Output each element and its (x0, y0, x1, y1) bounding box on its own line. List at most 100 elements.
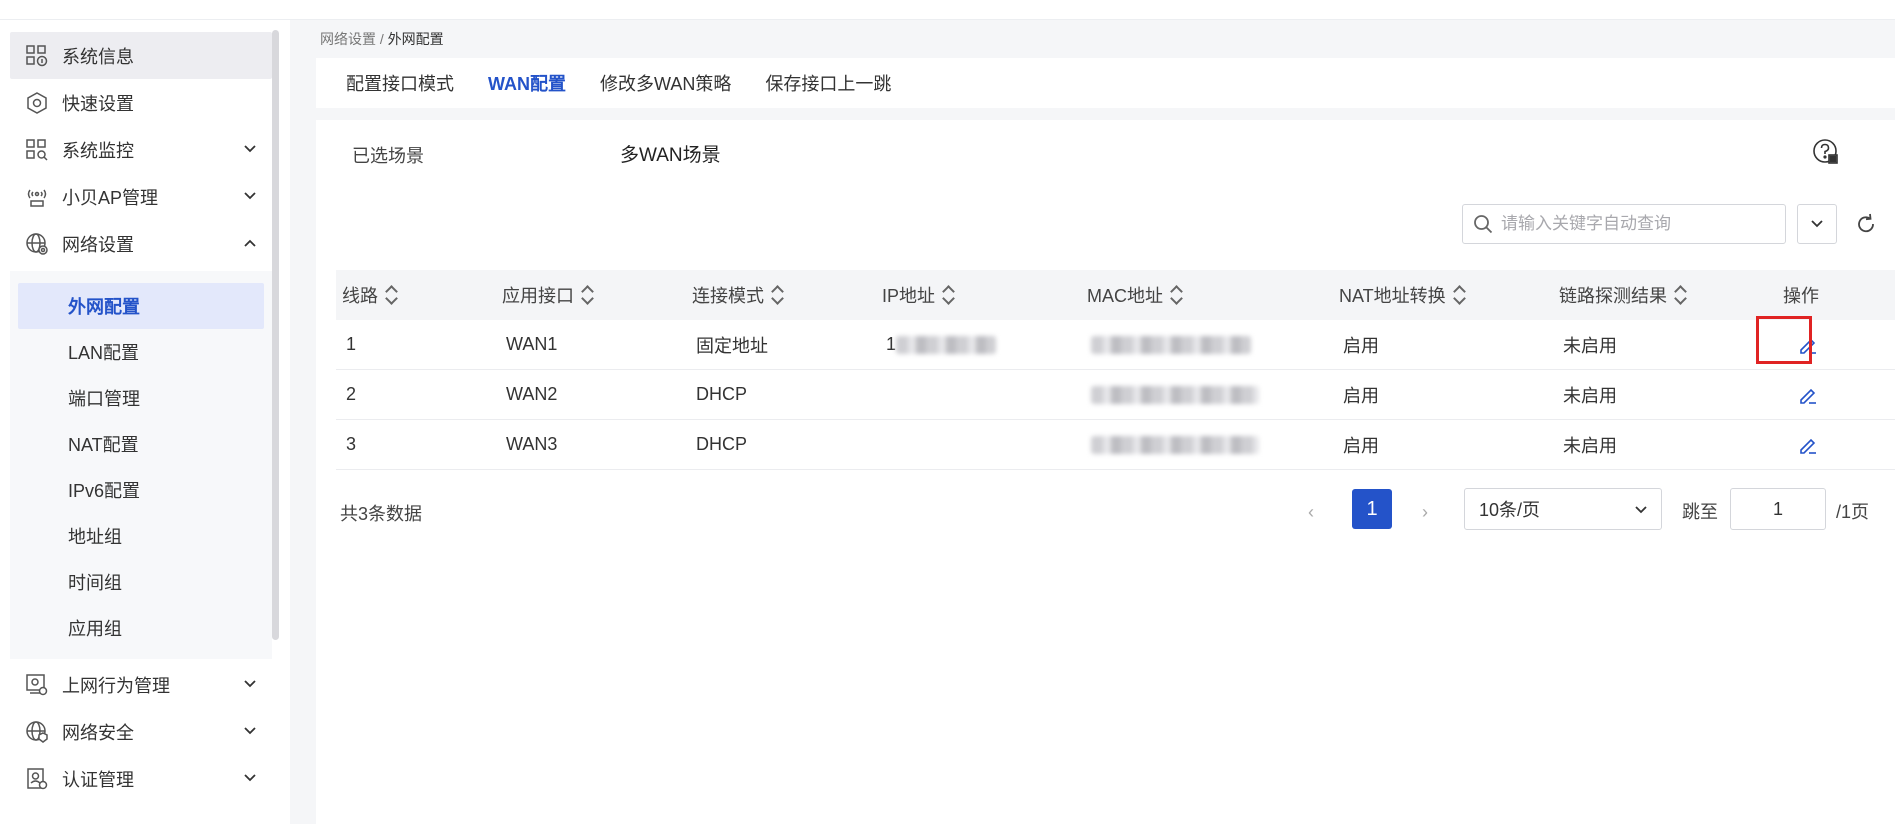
cell-interface: WAN3 (506, 434, 558, 454)
cell-probe: 未启用 (1563, 435, 1617, 456)
col-header-mac[interactable]: MAC地址 (1081, 282, 1333, 308)
next-page-button[interactable]: › (1422, 502, 1428, 523)
tab-interface-mode[interactable]: 配置接口模式 (346, 70, 454, 96)
breadcrumb-parent[interactable]: 网络设置 (320, 31, 376, 47)
cell-mode: DHCP (696, 384, 748, 404)
tab-save-next-hop[interactable]: 保存接口上一跳 (765, 70, 891, 96)
prev-page-button[interactable]: ‹ (1308, 502, 1314, 523)
page-size-select[interactable]: 10条/页 (1464, 488, 1662, 530)
redacted-mac (1091, 385, 1259, 404)
chevron-down-icon (244, 192, 256, 200)
breadcrumb: 网络设置 / 外网配置 (320, 29, 444, 49)
submenu-item-lan-config[interactable]: LAN配置 (18, 329, 264, 375)
submenu-item-port-management[interactable]: 端口管理 (18, 375, 264, 421)
search-box (1462, 204, 1786, 244)
cell-ip: 1 (876, 334, 1081, 355)
sidebar-item-network-settings[interactable]: 网络设置 (10, 220, 272, 267)
submenu-item-wan-config[interactable]: 外网配置 (18, 283, 264, 329)
table-header: 线路 应用接口 连接模式 IP地址 MAC地址 NAT地址转换 链路探测结果 操… (336, 270, 1895, 320)
sidebar-item-label: 网络安全 (62, 722, 134, 743)
sidebar-item-network-security[interactable]: 网络安全 (10, 708, 272, 755)
system-info-icon (24, 43, 50, 69)
redacted-ip (896, 335, 997, 354)
help-icon[interactable] (1812, 138, 1840, 166)
breadcrumb-separator: / (376, 31, 388, 47)
col-header-actions: 操作 (1783, 286, 1819, 306)
quick-settings-icon (24, 90, 50, 116)
highlight-box (1756, 316, 1812, 364)
sidebar-item-label: 快速设置 (62, 93, 134, 114)
col-header-nat[interactable]: NAT地址转换 (1333, 282, 1553, 308)
sidebar-item-quick-settings[interactable]: 快速设置 (10, 79, 272, 126)
cell-actions (1773, 434, 1895, 456)
sort-icon[interactable] (582, 286, 594, 304)
page-size-value: 10条/页 (1479, 500, 1541, 520)
col-header-interface[interactable]: 应用接口 (496, 282, 686, 308)
cell-mode: DHCP (696, 434, 748, 454)
col-header-probe[interactable]: 链路探测结果 (1553, 282, 1773, 308)
tab-wan-config[interactable]: WAN配置 (488, 70, 566, 96)
col-header-line[interactable]: 线路 (336, 282, 496, 308)
goto-suffix: /1页 (1836, 502, 1870, 522)
table-row: 2 WAN2 DHCP 启用 未启用 (336, 370, 1895, 420)
edit-icon[interactable] (1797, 384, 1819, 406)
cell-mac (1081, 435, 1333, 454)
chevron-down-icon (1811, 220, 1823, 228)
submenu-item-time-group[interactable]: 时间组 (18, 559, 264, 605)
top-bar (0, 0, 1895, 20)
search-icon (1474, 215, 1493, 234)
cell-nat: 启用 (1343, 435, 1379, 456)
sidebar-item-behavior-management[interactable]: 上网行为管理 (10, 661, 272, 708)
sort-icon[interactable] (1454, 286, 1466, 304)
sort-icon[interactable] (1171, 286, 1183, 304)
current-page-button[interactable]: 1 (1352, 489, 1392, 529)
chevron-down-icon (244, 727, 256, 735)
cell-line: 1 (346, 334, 357, 354)
submenu-item-address-group[interactable]: 地址组 (18, 513, 264, 559)
search-input[interactable] (1501, 214, 1771, 234)
system-monitor-icon (24, 137, 50, 163)
sidebar-menu: 系统信息 快速设置 系统监控 小贝AP管理 网络设置 外网配置 LAN配置 端口… (10, 32, 272, 802)
chevron-down-icon (1635, 506, 1647, 514)
search-filter-dropdown-button[interactable] (1797, 204, 1837, 244)
refresh-icon[interactable] (1854, 212, 1878, 236)
cell-probe: 未启用 (1563, 385, 1617, 406)
submenu-item-ipv6-config[interactable]: IPv6配置 (18, 467, 264, 513)
table-row: 1 WAN1 固定地址 1 启用 未启用 (336, 320, 1895, 370)
goto-label: 跳至 (1682, 502, 1718, 522)
chevron-up-icon (244, 239, 256, 247)
sort-icon[interactable] (1675, 286, 1687, 304)
sidebar-item-ap-management[interactable]: 小贝AP管理 (10, 173, 272, 220)
tab-bar: 配置接口模式 WAN配置 修改多WAN策略 保存接口上一跳 (316, 58, 1895, 108)
sidebar-item-system-monitor[interactable]: 系统监控 (10, 126, 272, 173)
cell-mac (1081, 335, 1333, 354)
cell-nat: 启用 (1343, 335, 1379, 356)
chevron-down-icon (244, 145, 256, 153)
sidebar-item-auth-management[interactable]: 认证管理 (10, 755, 272, 802)
submenu-item-nat-config[interactable]: NAT配置 (18, 421, 264, 467)
col-header-mode[interactable]: 连接模式 (686, 282, 876, 308)
sidebar-item-label: 网络设置 (62, 234, 134, 255)
cell-line: 2 (346, 384, 357, 404)
table-row: 3 WAN3 DHCP 启用 未启用 (336, 420, 1895, 470)
network-settings-submenu: 外网配置 LAN配置 端口管理 NAT配置 IPv6配置 地址组 时间组 应用组 (10, 271, 272, 659)
sidebar-item-system-info[interactable]: 系统信息 (10, 32, 272, 79)
wan-table: 线路 应用接口 连接模式 IP地址 MAC地址 NAT地址转换 链路探测结果 操… (336, 270, 1895, 470)
breadcrumb-current: 外网配置 (387, 31, 444, 47)
scene-value: 多WAN场景 (620, 145, 721, 166)
col-header-ip[interactable]: IP地址 (876, 282, 1081, 308)
cell-mode: 固定地址 (696, 335, 768, 356)
sidebar-scrollbar[interactable] (272, 30, 279, 640)
goto-page-input[interactable] (1730, 488, 1826, 530)
sort-icon[interactable] (943, 286, 955, 304)
chevron-down-icon (244, 774, 256, 782)
tab-multi-wan-policy[interactable]: 修改多WAN策略 (600, 70, 731, 96)
submenu-item-app-group[interactable]: 应用组 (18, 605, 264, 651)
sort-icon[interactable] (772, 286, 784, 304)
sidebar-item-label: 小贝AP管理 (62, 187, 159, 208)
behavior-management-icon (24, 672, 50, 698)
edit-icon[interactable] (1797, 434, 1819, 456)
sidebar: 系统信息 快速设置 系统监控 小贝AP管理 网络设置 外网配置 LAN配置 端口… (0, 20, 290, 824)
sort-icon[interactable] (386, 286, 398, 304)
ip-prefix: 1 (886, 334, 897, 354)
